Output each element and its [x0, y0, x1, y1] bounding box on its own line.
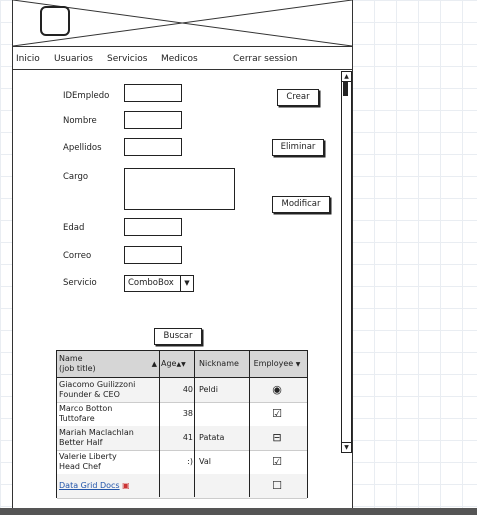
header-banner: [13, 0, 352, 47]
column-header-nickname[interactable]: Nickname: [197, 351, 251, 377]
nickname-cell: Peldi: [199, 385, 218, 394]
edad-label: Edad: [63, 223, 85, 233]
nav-item-cerrar-session[interactable]: Cerrar session: [233, 54, 297, 64]
age-cell: 38: [182, 409, 193, 418]
correo-input[interactable]: [124, 246, 182, 264]
nav-item-medicos[interactable]: Medicos: [161, 54, 198, 64]
scroll-up-icon[interactable]: ▲: [342, 72, 351, 82]
age-cell: :): [187, 457, 193, 466]
name-cell: Valerie Liberty Head Chef: [59, 450, 159, 476]
age-header-label: Age: [161, 359, 177, 368]
correo-label: Correo: [63, 251, 92, 261]
table-row: Data Grid Docs ▣ ☐: [57, 474, 307, 499]
grid-header: Name (job title) ▲ Age▲▼ Nickname Employ…: [57, 351, 307, 378]
nav-item-usuarios[interactable]: Usuarios: [54, 54, 93, 64]
employee-name: Marco Botton: [59, 404, 113, 413]
employee-checkbox[interactable]: ☐: [249, 474, 305, 498]
scrollbar-thumb[interactable]: [343, 82, 348, 96]
employee-name: Valerie Liberty: [59, 452, 117, 461]
name-cell: Mariah Maclachlan Better Half: [59, 426, 159, 452]
name-header-sublabel: (job title): [59, 364, 96, 373]
employee-title: Founder & CEO: [59, 390, 120, 399]
nav-item-servicios[interactable]: Servicios: [107, 54, 147, 64]
nickname-cell: [197, 402, 251, 426]
data-grid-docs-link[interactable]: Data Grid Docs: [59, 481, 120, 490]
grid-column-divider: [249, 351, 250, 497]
scroll-down-icon[interactable]: ▼: [342, 442, 351, 452]
employee-name: Mariah Maclachlan: [59, 428, 134, 437]
servicio-label: Servicio: [63, 278, 97, 288]
apellidos-input[interactable]: [124, 138, 182, 156]
nombre-input[interactable]: [124, 111, 182, 129]
employee-checkbox[interactable]: ☑: [249, 450, 305, 474]
nickname-cell: Val: [199, 457, 211, 466]
employee-checkbox[interactable]: ⊟: [249, 426, 305, 450]
data-grid: Name (job title) ▲ Age▲▼ Nickname Employ…: [56, 350, 308, 499]
app-window: Inicio Usuarios Servicios Medicos Cerrar…: [12, 0, 353, 508]
table-row[interactable]: Marco Botton Tuttofare 38 ☑: [57, 402, 307, 427]
logo-placeholder: [40, 6, 70, 36]
cargo-textarea[interactable]: [124, 168, 235, 210]
buscar-button[interactable]: Buscar: [154, 328, 202, 345]
grid-column-divider: [194, 351, 195, 497]
table-row[interactable]: Mariah Maclachlan Better Half 41 Patata ⊟: [57, 426, 307, 451]
modificar-button[interactable]: Modificar: [272, 196, 330, 213]
nav-item-inicio[interactable]: Inicio: [16, 54, 40, 64]
chevron-down-icon[interactable]: ▼: [296, 361, 301, 368]
age-cell: 40: [182, 385, 193, 394]
id-input[interactable]: [124, 84, 182, 102]
employee-header-label: Employee: [253, 359, 294, 368]
id-label: IDEmpledo: [63, 91, 110, 101]
column-header-age[interactable]: Age▲▼: [159, 351, 195, 377]
employee-checkbox[interactable]: ☑: [249, 402, 305, 426]
docs-link-cell: Data Grid Docs ▣: [59, 474, 159, 498]
table-row[interactable]: Valerie Liberty Head Chef:) Val ☑: [57, 450, 307, 475]
table-row[interactable]: Giacomo Guilizzoni Founder & CEO 40 Peldi ◉: [57, 378, 307, 403]
external-link-icon: ▣: [122, 481, 130, 490]
nav-bar: Inicio Usuarios Servicios Medicos Cerrar…: [13, 47, 352, 70]
sort-both-icon[interactable]: ▲▼: [176, 361, 185, 368]
employee-checkbox[interactable]: ◉: [249, 378, 305, 402]
employee-title: Tuttofare: [59, 414, 95, 423]
nickname-cell: Patata: [199, 433, 225, 442]
employee-title: Better Half: [59, 438, 103, 447]
employee-title: Head Chef: [59, 462, 101, 471]
edad-input[interactable]: [124, 218, 182, 236]
column-header-name[interactable]: Name (job title) ▲: [59, 351, 159, 380]
bottom-bar: [0, 508, 477, 515]
employee-name: Giacomo Guilizzoni: [59, 380, 136, 389]
cargo-label: Cargo: [63, 172, 89, 182]
vertical-scrollbar[interactable]: ▲ ▼: [341, 71, 352, 453]
nombre-label: Nombre: [63, 116, 97, 126]
crear-button[interactable]: Crear: [277, 89, 319, 106]
name-header-label: Name: [59, 354, 83, 363]
apellidos-label: Apellidos: [63, 143, 102, 153]
age-cell: 41: [182, 433, 193, 442]
sort-up-icon[interactable]: ▲: [152, 359, 157, 369]
name-cell: Marco Botton Tuttofare: [59, 402, 159, 428]
name-cell: Giacomo Guilizzoni Founder & CEO: [59, 378, 159, 404]
chevron-down-icon[interactable]: ▼: [180, 275, 194, 292]
eliminar-button[interactable]: Eliminar: [272, 139, 324, 156]
column-header-employee[interactable]: Employee ▼: [249, 351, 305, 377]
grid-column-divider: [159, 351, 160, 497]
servicio-combobox[interactable]: ComboBox: [124, 275, 185, 292]
